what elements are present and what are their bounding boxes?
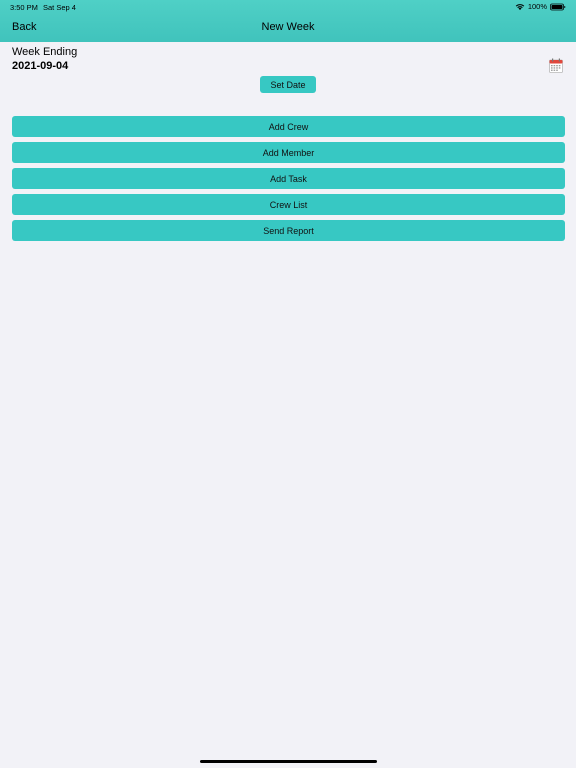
calendar-icon[interactable] [549, 58, 563, 73]
week-ending-label: Week Ending [12, 46, 78, 58]
battery-percent: 100% [527, 2, 547, 11]
add-crew-button[interactable]: Add Crew [12, 116, 565, 137]
navigation-bar: 3:50 PM Sat Sep 4 100% Back New Week [0, 0, 576, 42]
add-member-button[interactable]: Add Member [12, 142, 565, 163]
status-time: 3:50 PM [10, 3, 38, 12]
send-report-button[interactable]: Send Report [12, 220, 565, 241]
add-task-button[interactable]: Add Task [12, 168, 565, 189]
set-date-button[interactable]: Set Date [260, 76, 316, 93]
page-title: New Week [261, 21, 315, 33]
wifi-icon [515, 3, 525, 10]
status-bar: 3:50 PM Sat Sep 4 100% [0, 0, 576, 14]
action-menu: Add Crew Add Member Add Task Crew List S… [12, 116, 565, 246]
app-screen: 3:50 PM Sat Sep 4 100% Back New Week Wee… [0, 0, 576, 768]
battery-icon [550, 3, 566, 10]
status-indicators: 100% [515, 2, 566, 11]
status-date: Sat Sep 4 [43, 3, 76, 12]
crew-list-button[interactable]: Crew List [12, 194, 565, 215]
week-ending-date: 2021-09-04 [12, 60, 69, 72]
home-indicator[interactable] [200, 760, 377, 763]
